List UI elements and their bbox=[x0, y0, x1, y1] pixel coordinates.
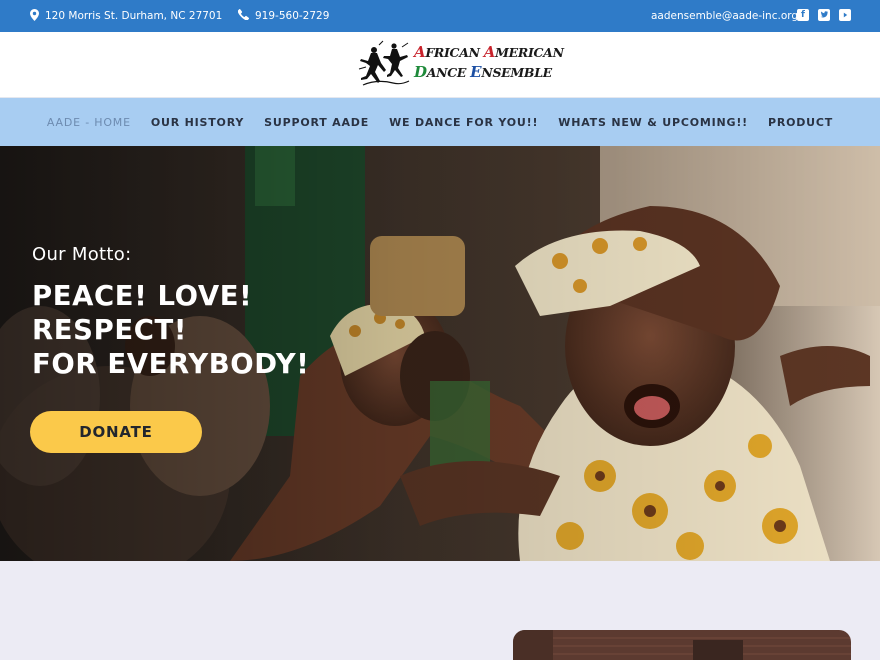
dancers-logo-icon bbox=[358, 40, 410, 86]
youtube-icon[interactable] bbox=[839, 9, 851, 21]
map-pin-icon bbox=[30, 8, 39, 24]
address: 120 Morris St. Durham, NC 27701 bbox=[30, 0, 222, 32]
logo-line-1: AFRICAN AMERICAN bbox=[414, 43, 564, 61]
top-contact-bar: 120 Morris St. Durham, NC 27701 919-560-… bbox=[0, 0, 880, 32]
nav-item-we-dance-for-you[interactable]: WE DANCE FOR YOU!! bbox=[389, 116, 538, 129]
facebook-icon[interactable]: f bbox=[797, 9, 809, 21]
nav-item-product[interactable]: PRODUCT bbox=[768, 116, 833, 129]
twitter-icon[interactable] bbox=[818, 9, 830, 21]
donate-button[interactable]: DONATE bbox=[30, 411, 202, 453]
aade-logo[interactable]: AFRICAN AMERICAN DANCE ENSEMBLE bbox=[357, 39, 564, 89]
email-link[interactable]: aadensemble@aade-inc.org bbox=[651, 0, 798, 32]
headline-line-3: FOR EVERYBODY! bbox=[32, 348, 310, 380]
address-text: 120 Morris St. Durham, NC 27701 bbox=[45, 10, 223, 22]
building-photo-card bbox=[513, 630, 851, 660]
main-nav: AADE - HOME OUR HISTORY SUPPORT AADE WE … bbox=[0, 98, 880, 146]
headline-line-2: RESPECT! bbox=[32, 314, 187, 346]
logo-line-2: DANCE ENSEMBLE bbox=[414, 63, 552, 81]
hero-section: Our Motto: PEACE! LOVE! RESPECT! FOR EVE… bbox=[0, 146, 880, 561]
phone-text: 919-560-2729 bbox=[255, 10, 330, 22]
hero-text: Our Motto: PEACE! LOVE! RESPECT! FOR EVE… bbox=[32, 244, 309, 381]
brick-building-image bbox=[513, 630, 851, 660]
content-section bbox=[0, 561, 880, 660]
hero-headline: PEACE! LOVE! RESPECT! FOR EVERYBODY! bbox=[32, 279, 309, 381]
phone-icon bbox=[237, 9, 250, 23]
nav-item-support-aade[interactable]: SUPPORT AADE bbox=[264, 116, 369, 129]
nav-item-home[interactable]: AADE - HOME bbox=[47, 116, 131, 129]
nav-item-whats-new[interactable]: WHATS NEW & UPCOMING!! bbox=[558, 116, 748, 129]
headline-line-1: PEACE! LOVE! bbox=[32, 280, 253, 312]
site-header: AFRICAN AMERICAN DANCE ENSEMBLE bbox=[0, 32, 880, 98]
social-links: f bbox=[793, 9, 851, 21]
phone[interactable]: 919-560-2729 bbox=[237, 0, 330, 32]
nav-item-our-history[interactable]: OUR HISTORY bbox=[151, 116, 244, 129]
hero-motto: Our Motto: bbox=[32, 244, 132, 265]
